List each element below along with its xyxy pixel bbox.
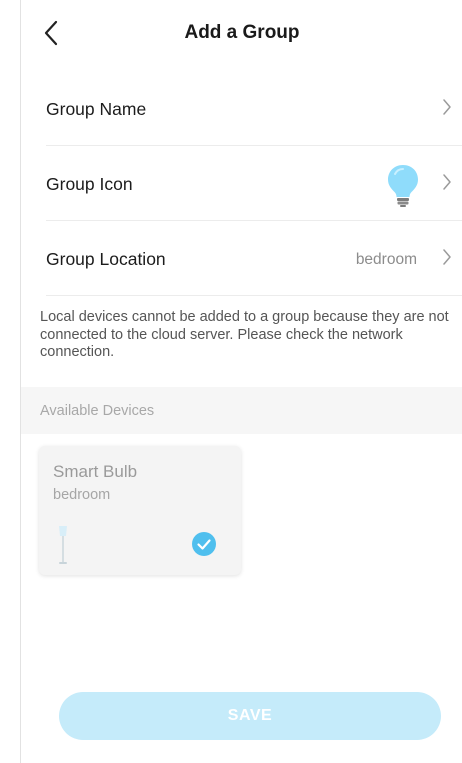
light-bulb-icon <box>388 165 418 207</box>
chevron-right-icon <box>443 249 451 265</box>
divider <box>46 295 462 296</box>
device-card-smart-bulb[interactable]: Smart Bulb bedroom <box>39 446 241 575</box>
save-button[interactable]: SAVE <box>59 692 441 740</box>
chevron-right-icon <box>443 174 451 190</box>
group-location-value: bedroom <box>355 251 417 268</box>
page-title: Add a Group <box>184 22 300 43</box>
device-location: bedroom <box>53 487 111 503</box>
nav-bar: Add a Group <box>21 0 462 66</box>
check-circle-icon[interactable] <box>191 531 217 557</box>
group-location-label: Group Location <box>46 249 166 269</box>
group-icon-label: Group Icon <box>46 174 133 194</box>
section-title: Available Devices <box>40 403 155 419</box>
group-name-row[interactable]: Group Name <box>46 71 462 145</box>
device-name: Smart Bulb <box>53 462 138 481</box>
local-devices-notice: Local devices cannot be added to a group… <box>40 309 449 360</box>
group-icon-row[interactable]: Group Icon <box>46 146 462 220</box>
chevron-right-icon <box>443 99 451 115</box>
group-location-row[interactable]: Group Location bedroom <box>46 221 462 295</box>
group-name-label: Group Name <box>46 99 147 119</box>
add-group-screen: Add a Group Group Name Group Icon Group … <box>20 0 462 763</box>
available-devices-header: Available Devices <box>21 387 462 434</box>
floor-lamp-icon <box>59 526 67 564</box>
